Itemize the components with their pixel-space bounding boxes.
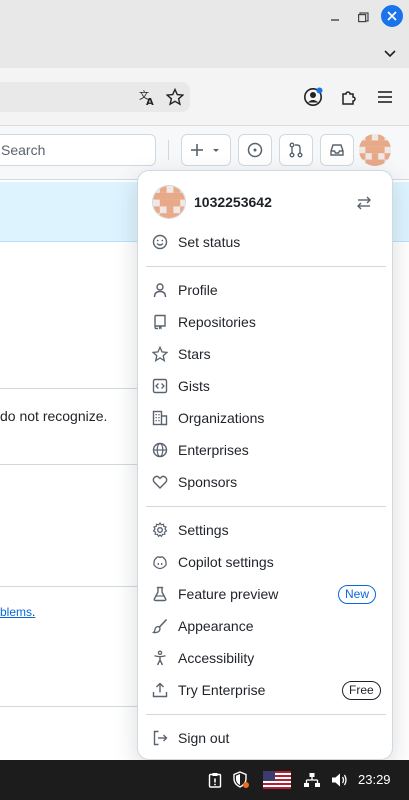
menu-item-label: Try Enterprise bbox=[178, 682, 266, 698]
search-placeholder: Search bbox=[1, 142, 46, 158]
menu-item-enterprises[interactable]: Enterprises bbox=[146, 435, 386, 465]
menu-item-try-enterprise[interactable]: Try Enterprise Free bbox=[146, 675, 386, 705]
menu-item-accessibility[interactable]: Accessibility bbox=[146, 643, 386, 673]
copilot-icon bbox=[152, 554, 168, 570]
bookmark-star-icon[interactable] bbox=[162, 84, 188, 110]
account-icon[interactable] bbox=[300, 84, 326, 110]
menu-item-label: Organizations bbox=[178, 410, 265, 426]
shield-icon[interactable] bbox=[231, 770, 251, 790]
clock[interactable]: 23:29 bbox=[358, 772, 391, 787]
switch-account-icon[interactable] bbox=[352, 191, 376, 215]
section-divider bbox=[0, 706, 140, 707]
page-link-fragment[interactable]: blems. bbox=[0, 605, 35, 619]
smiley-icon bbox=[152, 234, 168, 250]
menu-item-label: Enterprises bbox=[178, 442, 249, 458]
set-status-item[interactable]: Set status bbox=[146, 227, 386, 257]
menu-item-profile[interactable]: Profile bbox=[146, 275, 386, 305]
menu-item-label: Accessibility bbox=[178, 650, 255, 666]
section-divider bbox=[0, 388, 140, 389]
heart-icon bbox=[152, 474, 168, 490]
gear-icon bbox=[152, 522, 168, 538]
extensions-icon[interactable] bbox=[336, 84, 362, 110]
menu-item-label: Sign out bbox=[178, 730, 230, 746]
us-flag-icon[interactable] bbox=[263, 770, 291, 790]
maximize-icon[interactable] bbox=[352, 6, 374, 28]
menu-item-repositories[interactable]: Repositories bbox=[146, 307, 386, 337]
menu-icon[interactable] bbox=[372, 84, 398, 110]
menu-item-feature-preview[interactable]: Feature preview New bbox=[146, 579, 386, 609]
clipboard-icon[interactable] bbox=[205, 770, 225, 790]
sign-out-icon bbox=[152, 730, 168, 746]
volume-icon[interactable] bbox=[330, 770, 350, 790]
chevron-down-icon[interactable] bbox=[380, 44, 400, 64]
menu-divider bbox=[146, 714, 386, 715]
pull-requests-icon[interactable] bbox=[279, 134, 313, 166]
code-square-icon bbox=[152, 378, 168, 394]
menu-item-settings[interactable]: Settings bbox=[146, 515, 386, 545]
menu-item-label: Gists bbox=[178, 378, 210, 394]
organization-icon bbox=[152, 410, 168, 426]
repo-icon bbox=[152, 314, 168, 330]
menu-item-stars[interactable]: Stars bbox=[146, 339, 386, 369]
free-badge: Free bbox=[342, 681, 381, 700]
menu-item-label: Settings bbox=[178, 522, 229, 538]
menu-item-label: Copilot settings bbox=[178, 554, 274, 570]
menu-item-label: Profile bbox=[178, 282, 218, 298]
close-icon[interactable] bbox=[381, 5, 403, 27]
person-icon bbox=[152, 282, 168, 298]
menu-item-label: Appearance bbox=[178, 618, 254, 634]
translate-icon[interactable]: 文A bbox=[134, 84, 160, 110]
svg-text:A: A bbox=[146, 97, 154, 106]
menu-item-gists[interactable]: Gists bbox=[146, 371, 386, 401]
user-menu: 1032253642 Set status Profile Repositori… bbox=[137, 170, 393, 760]
tab-strip bbox=[0, 38, 409, 68]
menu-item-sponsors[interactable]: Sponsors bbox=[146, 467, 386, 497]
sign-out-item[interactable]: Sign out bbox=[146, 723, 386, 753]
window-titlebar bbox=[0, 0, 409, 38]
minimize-icon[interactable] bbox=[324, 6, 346, 28]
menu-divider bbox=[146, 266, 386, 267]
create-new-button[interactable] bbox=[181, 134, 231, 166]
menu-item-label: Repositories bbox=[178, 314, 256, 330]
search-input[interactable]: Search bbox=[0, 134, 156, 166]
avatar bbox=[152, 185, 186, 219]
issues-icon[interactable] bbox=[238, 134, 272, 166]
menu-item-label: Set status bbox=[178, 234, 241, 250]
header-divider bbox=[168, 140, 169, 160]
menu-item-copilot-settings[interactable]: Copilot settings bbox=[146, 547, 386, 577]
menu-item-label: Feature preview bbox=[178, 586, 279, 602]
star-icon bbox=[152, 346, 168, 362]
menu-header: 1032253642 bbox=[152, 185, 380, 221]
username: 1032253642 bbox=[194, 194, 272, 210]
inbox-icon[interactable] bbox=[320, 134, 354, 166]
paintbrush-icon bbox=[152, 618, 168, 634]
beaker-icon bbox=[152, 586, 168, 602]
upload-icon bbox=[152, 682, 168, 698]
avatar[interactable] bbox=[359, 134, 391, 166]
page-text-fragment: do not recognize. bbox=[0, 408, 108, 424]
new-badge: New bbox=[338, 585, 377, 604]
menu-item-label: Sponsors bbox=[178, 474, 238, 490]
menu-divider bbox=[146, 506, 386, 507]
menu-item-label: Stars bbox=[178, 346, 211, 362]
section-divider bbox=[0, 464, 140, 465]
section-divider bbox=[0, 586, 140, 587]
menu-item-appearance[interactable]: Appearance bbox=[146, 611, 386, 641]
globe-icon bbox=[152, 442, 168, 458]
accessibility-icon bbox=[152, 650, 168, 666]
menu-item-organizations[interactable]: Organizations bbox=[146, 403, 386, 433]
network-icon[interactable] bbox=[302, 770, 322, 790]
